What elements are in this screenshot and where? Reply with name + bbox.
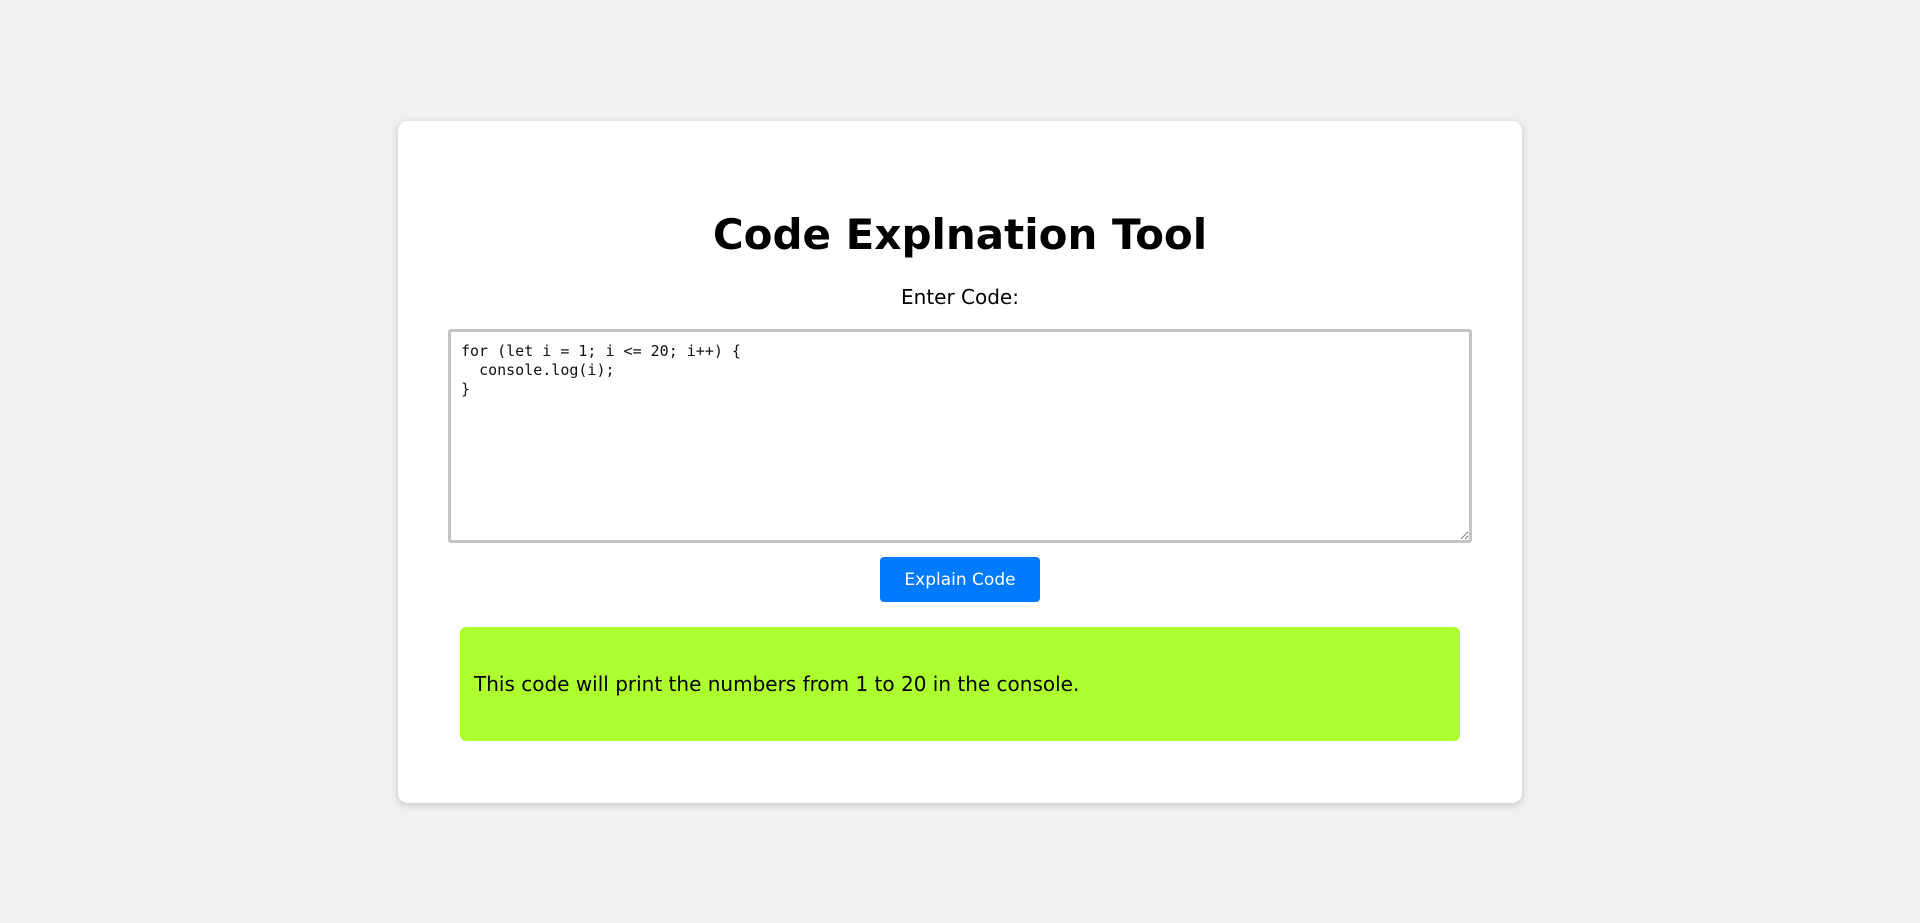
page-title: Code Explnation Tool xyxy=(712,210,1208,259)
explanation-result: This code will print the numbers from 1 … xyxy=(460,627,1460,741)
code-input[interactable] xyxy=(448,329,1472,543)
explain-code-button[interactable]: Explain Code xyxy=(880,557,1040,602)
enter-code-label: Enter Code: xyxy=(901,285,1019,309)
explanation-text: This code will print the numbers from 1 … xyxy=(474,672,1080,696)
main-card: Code Explnation Tool Enter Code: Explain… xyxy=(398,121,1522,803)
